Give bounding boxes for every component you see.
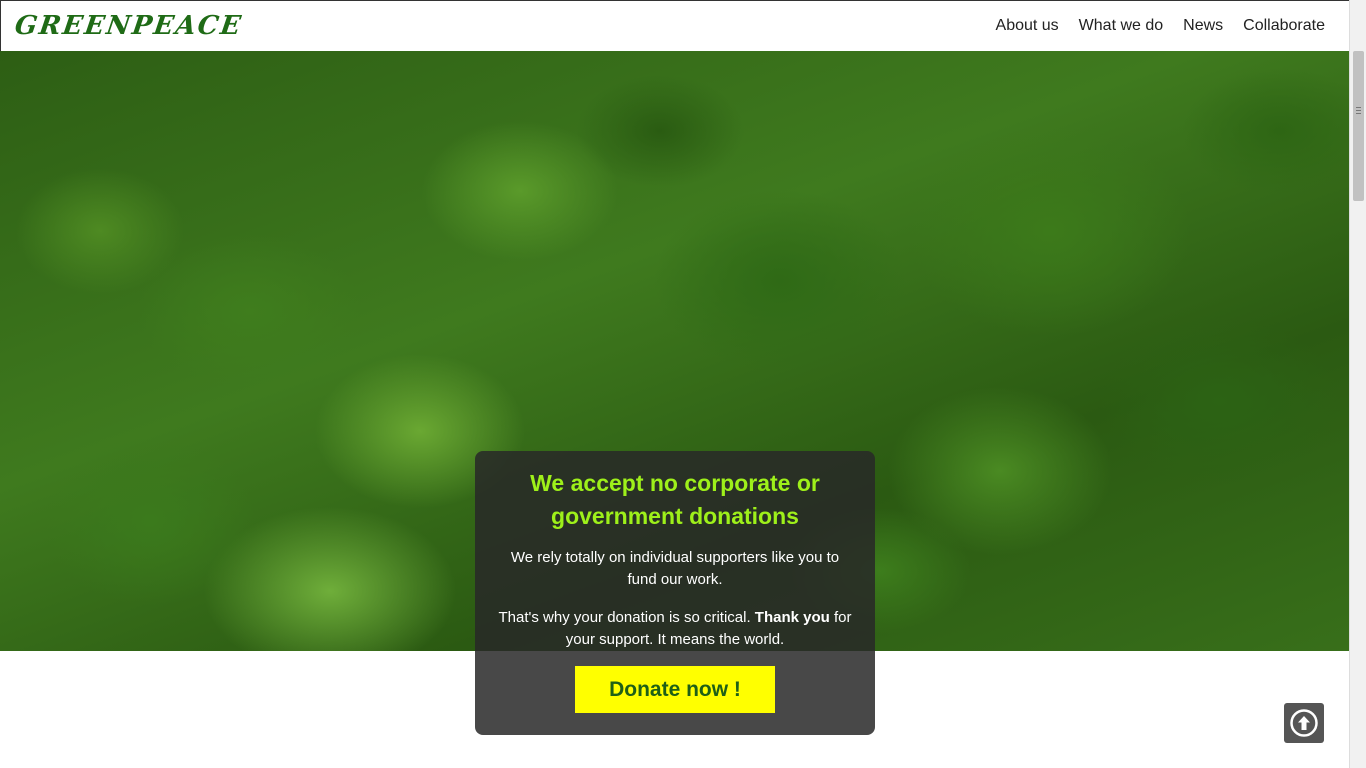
thank-you-emphasis: Thank you [754, 609, 830, 626]
nav-link-news[interactable]: News [1183, 17, 1223, 35]
nav-link-what-we-do[interactable]: What we do [1079, 17, 1163, 35]
donation-card: We accept no corporate or government don… [475, 451, 875, 735]
navbar: GREENPEACE About us What we do News Coll… [0, 0, 1349, 51]
scrollbar-thumb[interactable] [1353, 51, 1364, 201]
page-scrollbar[interactable] [1349, 0, 1366, 768]
nav-link-collaborate[interactable]: Collaborate [1243, 17, 1325, 35]
nav-link-about-us[interactable]: About us [996, 17, 1059, 35]
scrollbar-grip-icon [1356, 107, 1361, 114]
donation-text-1: We rely totally on individual supporters… [510, 549, 840, 588]
main-nav: About us What we do News Collaborate [996, 17, 1325, 35]
greenpeace-logo[interactable]: GREENPEACE [13, 11, 244, 41]
donation-text-2: That's why your donation is so critical.… [487, 607, 863, 651]
donation-text-2-start: That's why your donation is so critical. [498, 609, 755, 626]
donation-title: We accept no corporate or government don… [530, 470, 820, 529]
back-to-top-button[interactable] [1284, 703, 1324, 743]
cut-off-section-heading [275, 756, 1035, 768]
donate-now-button[interactable]: Donate now ! [575, 666, 775, 713]
arrow-up-circle-icon [1290, 709, 1318, 737]
